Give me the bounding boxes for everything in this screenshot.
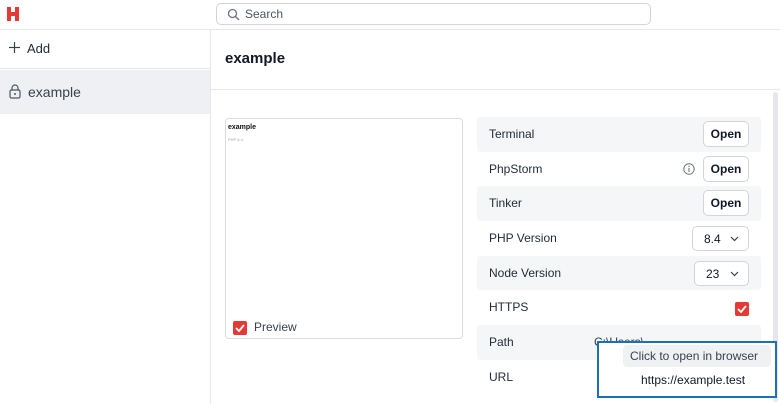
preview-thumbnail-title: example (228, 124, 257, 131)
check-icon (235, 324, 245, 333)
top-bar: Search (0, 0, 780, 30)
setting-label: HTTPS (489, 300, 529, 315)
sidebar-item-label: example (28, 84, 81, 100)
info-icon[interactable] (683, 162, 695, 175)
herd-logo-icon[interactable] (6, 6, 20, 22)
sidebar-item-example[interactable]: example (0, 70, 210, 114)
setting-label: URL (489, 369, 514, 384)
sidebar: Add example (0, 30, 211, 404)
node-version-select[interactable]: 23 (694, 260, 749, 286)
search-input[interactable]: Search (216, 3, 651, 25)
add-site-button[interactable]: Add (0, 30, 210, 69)
preview-checkbox[interactable] (233, 321, 247, 335)
open-tinker-button[interactable]: Open (703, 190, 749, 217)
add-label: Add (27, 41, 51, 56)
preview-checkbox-label: Preview (254, 320, 297, 334)
page-title: example (225, 50, 286, 67)
check-icon (737, 305, 747, 314)
setting-row-phpstorm: PhpStorm Open (477, 152, 761, 187)
tooltip-bubble: Click to open in browser (623, 345, 771, 367)
setting-label: PHP Version (489, 231, 557, 246)
site-url-link[interactable]: https://example.test (641, 373, 745, 387)
header-divider (211, 89, 780, 90)
preview-thumbnail-subtitle: PHP 8.4 (228, 137, 243, 142)
php-version-select[interactable]: 8.4 (692, 226, 749, 252)
setting-label: PhpStorm (489, 161, 543, 176)
lock-icon (9, 84, 21, 99)
plus-icon (9, 42, 20, 53)
chevron-down-icon (730, 271, 739, 277)
open-phpstorm-button[interactable]: Open (703, 155, 749, 182)
url-tooltip: Click to open in browser https://example… (597, 341, 777, 398)
setting-label: Tinker (489, 196, 522, 211)
setting-row-node-version: Node Version 23 (477, 255, 761, 291)
setting-label: Terminal (489, 127, 535, 141)
tooltip-text: Click to open in browser (630, 349, 759, 363)
setting-label: Node Version (489, 265, 562, 280)
setting-row-https: HTTPS (477, 290, 761, 325)
php-version-value: 8.4 (704, 232, 721, 247)
setting-row-tinker: Tinker Open (477, 186, 761, 222)
setting-label: Path (489, 335, 514, 350)
search-placeholder: Search (245, 7, 284, 21)
setting-row-php-version: PHP Version 8.4 (477, 221, 761, 256)
node-version-value: 23 (706, 266, 720, 281)
search-icon (227, 8, 240, 21)
https-checkbox[interactable] (735, 302, 749, 317)
site-preview-card: example PHP 8.4 Preview (225, 118, 463, 339)
chevron-down-icon (730, 236, 739, 242)
setting-row-terminal: Terminal Open (477, 117, 761, 152)
open-terminal-button[interactable]: Open (703, 121, 749, 147)
